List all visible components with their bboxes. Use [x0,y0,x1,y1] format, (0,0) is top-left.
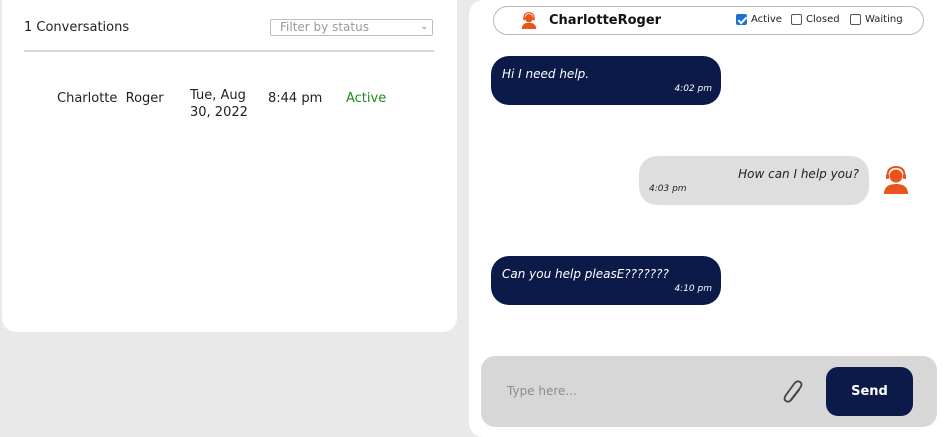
message-composer: Type here... Send [481,356,937,427]
message-incoming: Can you help pleasE??????? 4:10 pm [491,256,721,305]
filter-closed-label: Closed [806,14,840,25]
headset-user-icon [521,12,537,29]
message-text: How can I help you? [738,167,859,181]
conversations-count: 1 Conversations [24,20,130,35]
conversation-name: Charlotte Roger [57,91,164,106]
conversation-time: 8:44 pm [268,91,323,106]
paperclip-icon[interactable] [781,378,807,406]
filter-closed-checkbox[interactable]: Closed [791,14,840,25]
status-filter-placeholder: Filter by status [280,20,369,34]
checkbox-unchecked[interactable] [791,14,802,25]
conversation-date: Tue, Aug 30, 2022 [190,88,248,120]
divider [24,50,434,52]
chat-contact-name: CharlotteRoger [549,13,662,28]
status-filter-select[interactable]: Filter by status ⌄ [270,19,433,36]
message-text: Hi I need help. [502,67,590,81]
message-input[interactable]: Type here... [507,384,577,398]
chat-header: CharlotteRoger Active Closed Waiting [493,6,924,35]
message-text: Can you help pleasE??????? [502,267,669,281]
message-time: 4:10 pm [674,284,712,294]
send-button[interactable]: Send [826,367,913,416]
filter-active-label: Active [751,14,782,25]
headset-user-icon [884,165,908,194]
chevron-down-icon: ⌄ [420,22,428,32]
message-outgoing: How can I help you? 4:03 pm [639,156,869,205]
message-time: 4:03 pm [649,184,687,194]
conversation-status: Active [346,91,387,106]
filter-waiting-label: Waiting [865,14,903,25]
filter-active-checkbox[interactable]: Active [736,14,782,25]
filter-waiting-checkbox[interactable]: Waiting [850,14,903,25]
message-time: 4:02 pm [674,84,712,94]
chat-panel: CharlotteRoger Active Closed Waiting Hi … [469,0,952,437]
checkbox-checked[interactable] [736,14,747,25]
conversations-panel: 1 Conversations Filter by status ⌄ Charl… [2,0,457,332]
message-incoming: Hi I need help. 4:02 pm [491,56,721,105]
checkbox-unchecked[interactable] [850,14,861,25]
conversation-row[interactable]: Charlotte Roger Tue, Aug 30, 2022 8:44 p… [2,84,457,134]
